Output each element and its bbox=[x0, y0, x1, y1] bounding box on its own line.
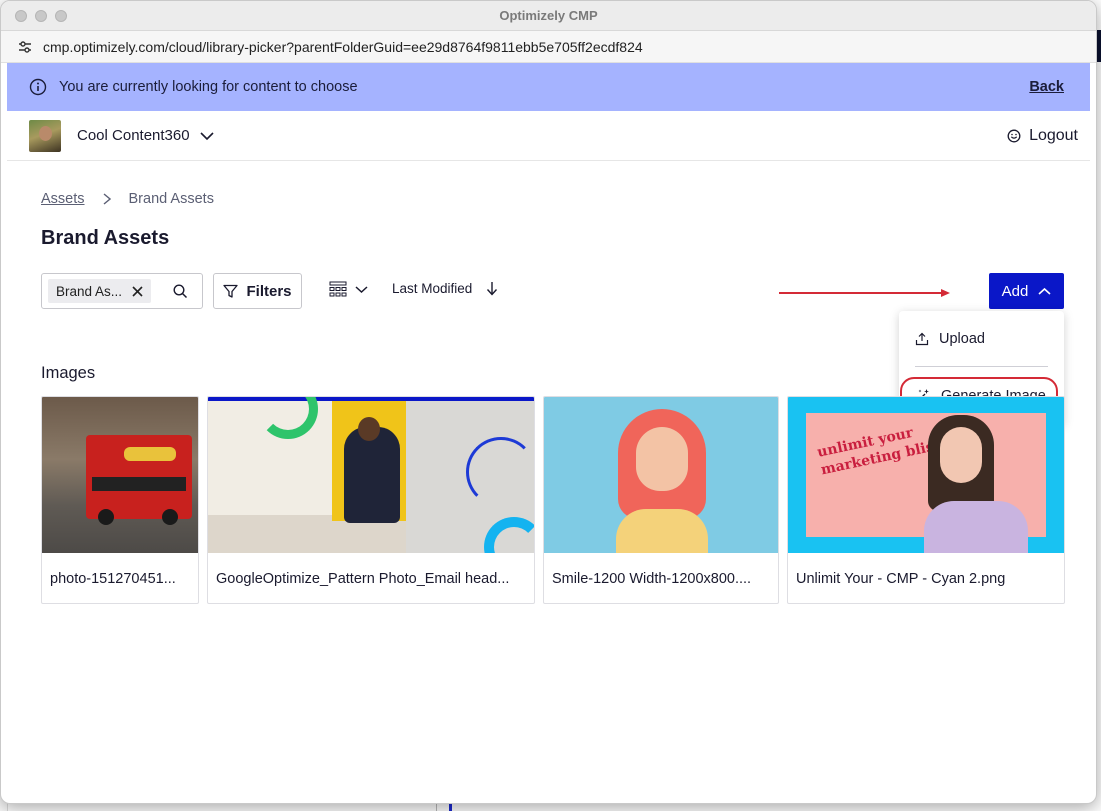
section-title-images: Images bbox=[41, 364, 96, 382]
close-icon[interactable] bbox=[132, 285, 143, 297]
workspace-name: Cool Content360 bbox=[77, 127, 190, 144]
sort-control[interactable]: Last Modified bbox=[392, 281, 498, 296]
add-button[interactable]: Add bbox=[989, 273, 1064, 309]
thumb-top bbox=[924, 501, 1028, 553]
workspace-switcher[interactable]: Cool Content360 bbox=[77, 127, 214, 144]
asset-thumbnail bbox=[42, 397, 198, 553]
site-settings-icon[interactable] bbox=[17, 39, 33, 55]
asset-thumbnail bbox=[544, 397, 778, 553]
thumb-person bbox=[344, 427, 400, 523]
search-filter-chip[interactable]: Brand As... bbox=[48, 279, 152, 303]
filters-label: Filters bbox=[246, 282, 292, 300]
menu-divider bbox=[915, 366, 1048, 367]
title-bar: Optimizely CMP bbox=[1, 1, 1096, 31]
bus-shape bbox=[86, 435, 192, 519]
logout-label: Logout bbox=[1029, 126, 1078, 144]
search-icon[interactable] bbox=[173, 284, 188, 299]
back-link[interactable]: Back bbox=[1029, 79, 1064, 95]
logout-button[interactable]: Logout bbox=[1007, 127, 1078, 145]
asset-card[interactable]: photo-151270451... bbox=[41, 396, 199, 604]
asset-thumbnail: unlimit your marketing bliss bbox=[788, 397, 1064, 553]
bus-sign bbox=[124, 447, 176, 461]
bus-wheel bbox=[162, 509, 178, 525]
view-toggle[interactable] bbox=[329, 281, 368, 297]
avatar[interactable] bbox=[29, 119, 61, 152]
main-content: Assets Brand Assets Brand Assets Brand A… bbox=[7, 161, 1090, 801]
asset-name: Unlimit Your - CMP - Cyan 2.png bbox=[796, 571, 1006, 587]
upload-icon bbox=[915, 332, 929, 346]
page-title: Brand Assets bbox=[41, 227, 170, 249]
browser-window: Optimizely CMP cmp.optimizely.com/cloud/… bbox=[0, 0, 1097, 804]
thumb-top bbox=[616, 509, 708, 553]
asset-card[interactable]: unlimit your marketing bliss Unlimit You… bbox=[787, 396, 1065, 604]
breadcrumb-current: Brand Assets bbox=[128, 191, 214, 207]
chevron-up-icon bbox=[1038, 287, 1051, 295]
thumb-face bbox=[940, 427, 982, 483]
bus-wheel bbox=[98, 509, 114, 525]
asset-card[interactable]: GoogleOptimize_Pattern Photo_Email head.… bbox=[207, 396, 535, 604]
thumb-head bbox=[358, 417, 380, 441]
breadcrumb: Assets Brand Assets bbox=[41, 191, 214, 207]
chevron-down-icon bbox=[200, 131, 214, 140]
add-label: Add bbox=[1001, 282, 1029, 300]
asset-thumbnail bbox=[208, 397, 534, 553]
url-text[interactable]: cmp.optimizely.com/cloud/library-picker?… bbox=[43, 39, 643, 55]
bus-window bbox=[92, 477, 186, 491]
arrow-down-icon bbox=[487, 282, 498, 296]
asset-name: photo-151270451... bbox=[50, 571, 176, 587]
search-input[interactable]: Brand As... bbox=[41, 273, 203, 309]
picker-banner: You are currently looking for content to… bbox=[7, 63, 1090, 111]
grid-view-icon bbox=[329, 281, 347, 297]
window-title: Optimizely CMP bbox=[499, 8, 598, 23]
thumb-arc-green bbox=[258, 397, 318, 439]
menu-item-label: Upload bbox=[939, 331, 985, 347]
banner-message: You are currently looking for content to… bbox=[59, 79, 358, 95]
filters-button[interactable]: Filters bbox=[213, 273, 302, 309]
sort-label: Last Modified bbox=[392, 281, 473, 296]
asset-card[interactable]: Smile-1200 Width-1200x800.... bbox=[543, 396, 779, 604]
chevron-down-icon bbox=[355, 285, 368, 293]
filter-icon bbox=[223, 284, 239, 298]
url-bar[interactable]: cmp.optimizely.com/cloud/library-picker?… bbox=[1, 31, 1096, 63]
chip-label: Brand As... bbox=[56, 283, 123, 299]
asset-name: Smile-1200 Width-1200x800.... bbox=[552, 571, 752, 587]
menu-item-upload[interactable]: Upload bbox=[915, 331, 985, 347]
smiley-icon bbox=[1007, 129, 1021, 142]
asset-name: GoogleOptimize_Pattern Photo_Email head.… bbox=[216, 571, 510, 587]
breadcrumb-assets[interactable]: Assets bbox=[41, 191, 85, 207]
annotation-arrow bbox=[779, 289, 950, 297]
thumb-arc-blue bbox=[466, 437, 534, 507]
thumb-face bbox=[636, 427, 688, 491]
info-icon bbox=[29, 78, 47, 96]
chevron-right-icon bbox=[103, 193, 111, 205]
app-header: Cool Content360 Logout bbox=[7, 111, 1090, 161]
